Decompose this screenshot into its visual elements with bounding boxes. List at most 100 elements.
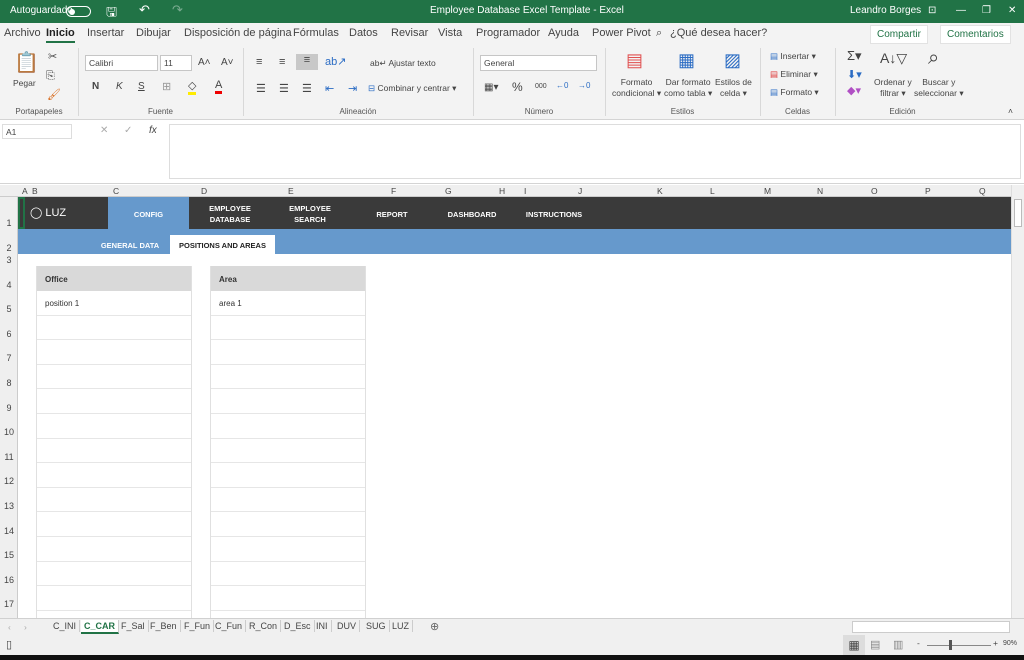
sheet-tab-f_sal[interactable]: F_Sal [118, 620, 149, 632]
tab-datos[interactable]: Datos [349, 27, 378, 39]
shrink-font-icon[interactable]: A˅ [221, 57, 234, 68]
row-header-8[interactable]: 8 [0, 378, 18, 388]
table-cell[interactable] [211, 488, 365, 513]
column-header-P[interactable]: P [925, 186, 931, 196]
minimize-icon[interactable]: — [956, 5, 966, 16]
row-header-9[interactable]: 9 [0, 403, 18, 413]
format-table-icon[interactable]: ▦ [678, 50, 695, 71]
clear-icon[interactable]: ◆▾ [847, 84, 861, 97]
increase-indent-icon[interactable]: ⇥ [348, 82, 357, 95]
nav-config[interactable]: CONFIG [108, 209, 189, 220]
tab-programador[interactable]: Programador [476, 27, 540, 39]
table-cell[interactable] [211, 365, 365, 390]
tab-dibujar[interactable]: Dibujar [136, 27, 171, 39]
sheet-tab-c_ini[interactable]: C_INI [50, 620, 81, 632]
insert-cells-button[interactable]: ▤ Insertar ▾ [770, 51, 816, 62]
conditional-format-icon[interactable]: ▤ [626, 50, 643, 71]
column-header-Q[interactable]: Q [979, 186, 986, 196]
table-cell[interactable]: area 1 [211, 291, 365, 316]
row-header-1[interactable]: 1 [0, 218, 18, 228]
subnav-positions-areas[interactable]: POSITIONS AND AREAS [170, 235, 275, 254]
tab-revisar[interactable]: Revisar [391, 27, 428, 39]
merge-center-button[interactable]: ⊟ Combinar y centrar ▾ [368, 83, 456, 94]
align-top-icon[interactable]: ≡ [256, 56, 262, 68]
column-header-H[interactable]: H [499, 186, 505, 196]
redo-icon[interactable]: ↷ [172, 2, 183, 18]
tell-me-search[interactable]: ¿Qué desea hacer? [670, 27, 767, 39]
tab-vista[interactable]: Vista [438, 27, 462, 39]
table-cell[interactable] [37, 389, 191, 414]
row-header-7[interactable]: 7 [0, 353, 18, 363]
row-header-5[interactable]: 5 [0, 304, 18, 314]
zoom-out-icon[interactable]: - [917, 638, 920, 648]
copy-icon[interactable]: ⎘ [46, 70, 55, 83]
column-header-B[interactable]: B [32, 186, 38, 196]
conditional-format-button[interactable]: Formato condicional ▾ [612, 77, 661, 99]
column-header-L[interactable]: L [710, 186, 715, 196]
percent-icon[interactable]: % [512, 80, 523, 94]
table-cell[interactable] [211, 340, 365, 365]
page-layout-icon[interactable]: ▤ [870, 638, 880, 651]
increase-decimal-icon[interactable]: ←0 [556, 81, 568, 90]
insert-function-button[interactable]: fx [149, 125, 157, 136]
selected-cell-a1[interactable] [18, 197, 25, 229]
table-cell[interactable] [37, 512, 191, 537]
font-color-icon[interactable]: A [215, 79, 223, 94]
sheet-tab-f_ben[interactable]: F_Ben [147, 620, 181, 632]
sheet-tab-f_fun[interactable]: F_Fun [181, 620, 215, 632]
table-cell[interactable] [37, 488, 191, 513]
delete-cells-button[interactable]: ▤ Eliminar ▾ [770, 69, 818, 80]
thousands-icon[interactable]: 000 [535, 83, 547, 90]
paste-button[interactable]: Pegar [13, 78, 36, 88]
table-cell[interactable] [211, 586, 365, 611]
table-cell[interactable] [211, 562, 365, 587]
row-header-14[interactable]: 14 [0, 526, 18, 536]
tab-formulas[interactable]: Fórmulas [293, 27, 339, 39]
column-header-C[interactable]: C [113, 186, 119, 196]
row-header-13[interactable]: 13 [0, 501, 18, 511]
autosum-icon[interactable]: Σ▾ [847, 48, 862, 64]
subnav-general-data[interactable]: GENERAL DATA [92, 240, 168, 251]
sort-filter-button[interactable]: Ordenar y filtrar ▾ [874, 77, 912, 99]
column-header-N[interactable]: N [817, 186, 823, 196]
cell-styles-button[interactable]: Estilos de celda ▾ [715, 77, 752, 99]
font-size-select[interactable]: 11 [160, 55, 192, 71]
next-sheet-icon[interactable]: › [24, 622, 27, 632]
vertical-scrollbar[interactable] [1011, 185, 1024, 618]
tab-insertar[interactable]: Insertar [87, 27, 124, 39]
save-icon[interactable]: 🖫 [106, 3, 117, 25]
nav-employee-search[interactable]: EMPLOYEE SEARCH [275, 203, 345, 225]
find-select-button[interactable]: Buscar y seleccionar ▾ [914, 77, 964, 99]
tab-ayuda[interactable]: Ayuda [548, 27, 579, 39]
align-right-icon[interactable]: ☰ [302, 82, 312, 95]
italic-button[interactable]: K [116, 81, 123, 92]
close-icon[interactable]: ✕ [1008, 5, 1016, 16]
row-header-15[interactable]: 15 [0, 550, 18, 560]
column-header-A[interactable]: A [22, 186, 28, 196]
table-cell[interactable]: position 1 [37, 291, 191, 316]
borders-icon[interactable]: ⊞ [162, 80, 171, 93]
table-cell[interactable] [37, 439, 191, 464]
sheet-tab-c_car[interactable]: C_CAR [81, 620, 120, 634]
restore-icon[interactable]: ❐ [982, 5, 991, 16]
ribbon-display-icon[interactable]: ⊡ [928, 5, 936, 16]
decrease-decimal-icon[interactable]: →0 [578, 81, 590, 90]
table-cell[interactable] [37, 414, 191, 439]
find-icon[interactable]: ⌕ [928, 47, 939, 70]
row-header-2[interactable]: 2 [0, 243, 18, 253]
tab-disposicion[interactable]: Disposición de página [184, 27, 292, 39]
zoom-in-icon[interactable]: + [993, 638, 998, 648]
sheet-tab-sug[interactable]: SUG [363, 620, 390, 632]
column-header-K[interactable]: K [657, 186, 663, 196]
row-header-12[interactable]: 12 [0, 476, 18, 486]
table-cell[interactable] [211, 463, 365, 488]
name-box[interactable]: A1 [2, 124, 72, 139]
nav-employee-database[interactable]: EMPLOYEE DATABASE [195, 203, 265, 225]
autosave-toggle[interactable] [66, 6, 91, 17]
table-cell[interactable] [37, 463, 191, 488]
tab-power-pivot[interactable]: Power Pivot [592, 27, 651, 39]
macro-record-icon[interactable]: ▯ [6, 638, 12, 651]
horizontal-scrollbar[interactable] [852, 621, 1010, 633]
nav-report[interactable]: REPORT [362, 209, 422, 220]
bold-button[interactable]: N [92, 81, 99, 92]
